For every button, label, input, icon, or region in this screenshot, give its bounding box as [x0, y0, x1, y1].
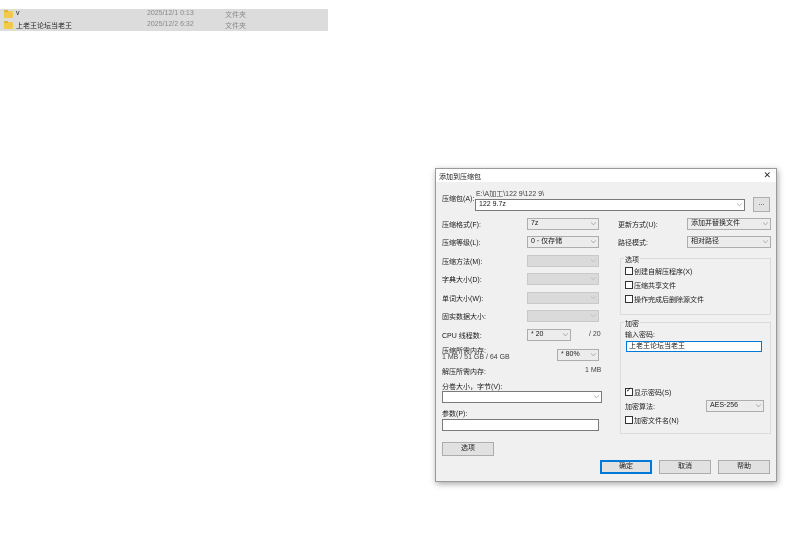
chevron-down-icon: ⌵ [736, 201, 742, 208]
level-select[interactable]: 0 - 仅存储 ⌵ [527, 236, 599, 248]
password-label: 输入密码: [625, 332, 655, 339]
file-row[interactable]: v 2025/12/1 0:13 文件夹 [0, 9, 328, 20]
chevron-down-icon: ⌵ [593, 393, 599, 400]
archive-label: 压缩包(A): [442, 196, 475, 203]
format-select[interactable]: 7z ⌵ [527, 218, 599, 230]
sfx-label: 创建自解压程序(X) [634, 269, 693, 276]
delete-label: 操作完成后删除源文件 [634, 297, 704, 304]
chevron-down-icon: ⌵ [562, 331, 568, 338]
help-button[interactable]: 帮助 [718, 460, 770, 474]
method-label: 压缩方法(M): [442, 259, 483, 266]
level-value: 0 - 仅存储 [531, 238, 563, 245]
chevron-down-icon: ⌵ [590, 238, 596, 245]
solid-select: ⌵ [527, 310, 599, 322]
close-icon[interactable]: ✕ [763, 170, 771, 181]
cancel-button[interactable]: 取消 [659, 460, 711, 474]
encrypt-names-label: 加密文件名(N) [634, 418, 679, 425]
delete-checkbox[interactable] [625, 295, 633, 303]
solid-label: 固实数据大小: [442, 314, 486, 321]
threads-value: * 20 [531, 331, 544, 338]
shared-checkbox[interactable] [625, 281, 633, 289]
show-password-checkbox[interactable] [625, 386, 633, 396]
format-label: 压缩格式(F): [442, 222, 481, 229]
chevron-down-icon: ⌵ [590, 275, 596, 282]
encrypt-group-title: 加密 [624, 319, 640, 329]
chevron-down-icon: ⌵ [762, 220, 768, 227]
password-input[interactable]: 上老王论坛当老王 [626, 341, 762, 352]
file-type: 文件夹 [225, 12, 246, 19]
encrypt-names-checkbox[interactable] [625, 416, 633, 424]
threads-max: / 20 [589, 331, 601, 338]
dict-select: ⌵ [527, 273, 599, 285]
word-label: 单词大小(W): [442, 296, 484, 303]
dialog-title: 添加到压缩包 [439, 174, 481, 181]
path-select[interactable]: 相对路径 ⌵ [687, 236, 771, 248]
enc-method-value: AES-256 [710, 402, 739, 409]
title-bar[interactable]: 添加到压缩包 ✕ [436, 169, 776, 182]
enc-method-label: 加密算法: [625, 404, 655, 411]
shared-label: 压缩共享文件 [634, 283, 676, 290]
folder-icon [4, 10, 13, 18]
archive-name-value: 122 9.7z [479, 201, 506, 208]
file-date: 2025/12/2 6:32 [147, 21, 194, 28]
chevron-down-icon: ⌵ [590, 257, 596, 264]
file-name: 上老王论坛当老王 [16, 23, 72, 30]
file-type: 文件夹 [225, 23, 246, 30]
options-group-title: 选项 [624, 255, 640, 265]
mem-value: 1 MB / 51 GB / 64 GB [442, 354, 510, 361]
sfx-checkbox[interactable] [625, 267, 633, 275]
unmem-label: 解压所需内存: [442, 369, 486, 376]
archive-path: E:\A加工\122 9\122 9\ [476, 191, 545, 198]
chevron-down-icon: ⌵ [590, 294, 596, 301]
mem-percent-value: * 80% [561, 351, 580, 358]
threads-label: CPU 线程数: [442, 333, 482, 340]
format-value: 7z [531, 220, 539, 227]
unmem-value: 1 MB [585, 367, 602, 374]
archive-name-combo[interactable]: 122 9.7z ⌵ [475, 199, 745, 211]
level-label: 压缩等级(L): [442, 240, 481, 247]
enc-method-select[interactable]: AES-256 ⌵ [706, 400, 764, 412]
chevron-down-icon: ⌵ [590, 220, 596, 227]
split-combo[interactable]: ⌵ [442, 391, 602, 403]
chevron-down-icon: ⌵ [590, 312, 596, 319]
options-button[interactable]: 选项 [442, 442, 494, 456]
file-name: v [16, 10, 20, 17]
column-header [0, 0, 330, 1]
word-select: ⌵ [527, 292, 599, 304]
show-password-label: 显示密码(S) [634, 390, 672, 397]
path-value: 相对路径 [691, 238, 719, 245]
params-label: 参数(P): [442, 411, 468, 418]
path-label: 路径模式: [618, 240, 648, 247]
update-select[interactable]: 添加并替换文件 ⌵ [687, 218, 771, 230]
file-row[interactable]: 上老王论坛当老王 2025/12/2 6:32 文件夹 [0, 20, 328, 31]
folder-icon [4, 21, 13, 29]
chevron-down-icon: ⌵ [590, 351, 596, 358]
chevron-down-icon: ⌵ [762, 238, 768, 245]
method-select: ⌵ [527, 255, 599, 267]
mem-percent-select[interactable]: * 80% ⌵ [557, 349, 599, 361]
update-label: 更新方式(U): [618, 222, 658, 229]
threads-select[interactable]: * 20 ⌵ [527, 329, 571, 341]
dict-label: 字典大小(D): [442, 277, 482, 284]
ok-button[interactable]: 确定 [600, 460, 652, 474]
add-to-archive-dialog: 添加到压缩包 ✕ 压缩包(A): E:\A加工\122 9\122 9\ 122… [435, 168, 777, 482]
update-value: 添加并替换文件 [691, 220, 740, 227]
chevron-down-icon: ⌵ [755, 402, 761, 409]
params-input[interactable] [442, 419, 599, 431]
file-date: 2025/12/1 0:13 [147, 10, 194, 17]
browse-button[interactable]: ... [753, 197, 770, 212]
